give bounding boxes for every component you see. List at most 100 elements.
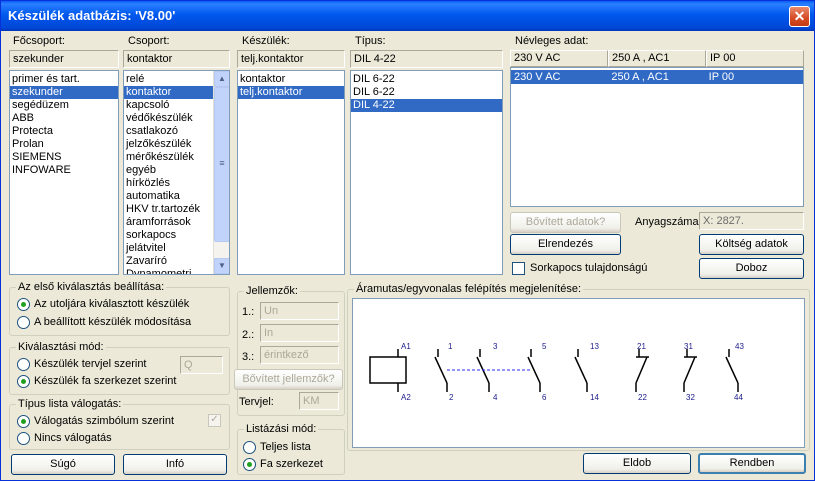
nevleges-list[interactable]: 230 V AC 250 A , AC1 IP 00 bbox=[510, 67, 804, 207]
keszulek-list[interactable]: kontaktor telj.kontaktor bbox=[237, 70, 345, 275]
list-item[interactable]: Protecta bbox=[10, 125, 118, 138]
radio-last-selected[interactable] bbox=[17, 298, 30, 311]
contact-label: 4 bbox=[493, 393, 498, 402]
radio-by-designation[interactable] bbox=[17, 358, 30, 371]
table-cell: IP 00 bbox=[708, 71, 735, 83]
list-item[interactable]: csatlakozó bbox=[124, 125, 213, 138]
list-item[interactable]: jelzőkészülék bbox=[124, 138, 213, 151]
scroll-down-icon[interactable]: ▼ bbox=[214, 258, 229, 274]
title-bar: Készülék adatbázis: 'V8.00' ✕ bbox=[1, 1, 814, 31]
list-item[interactable]: DIL 4-22 bbox=[351, 99, 502, 112]
radio-label: Az utoljára kiválasztott készülék bbox=[34, 298, 190, 310]
list-item[interactable]: primer és tart. bbox=[10, 73, 118, 86]
layout-button[interactable]: Elrendezés bbox=[510, 234, 621, 255]
scroll-thumb[interactable]: ≡ bbox=[214, 87, 229, 242]
info-button[interactable]: Infó bbox=[123, 454, 227, 475]
extended-properties-button[interactable]: Bővített jellemzők? bbox=[234, 369, 343, 390]
filter-checkbox[interactable]: ✓ bbox=[208, 414, 221, 427]
tipus-value: DIL 4-22 bbox=[350, 50, 503, 68]
property-label: 2.: bbox=[242, 329, 255, 341]
group-title: Az első kiválasztás beállítása: bbox=[16, 281, 167, 293]
grip-icon: ≡ bbox=[219, 158, 225, 168]
list-item[interactable]: Zavaríró bbox=[124, 255, 213, 268]
contact-label: 21 bbox=[637, 342, 646, 351]
help-button[interactable]: Súgó bbox=[11, 454, 115, 475]
property-label: 3.: bbox=[242, 351, 255, 363]
list-item[interactable]: ABB bbox=[10, 112, 118, 125]
list-item[interactable]: telj.kontaktor bbox=[238, 86, 344, 99]
radio-label: Készülék fa szerkezet szerint bbox=[34, 375, 177, 387]
keszulek-label: Készülék: bbox=[242, 35, 290, 47]
discard-button[interactable]: Eldob bbox=[583, 453, 691, 474]
group-title: Áramutas/egyvonalas felépítés megjelenít… bbox=[354, 283, 584, 295]
radio-label: Válogatás szimbólum szerint bbox=[34, 415, 175, 427]
group-title: Jellemzők: bbox=[244, 285, 300, 297]
box-button[interactable]: Doboz bbox=[699, 258, 804, 279]
list-item[interactable]: kontaktor bbox=[238, 73, 344, 86]
list-item[interactable]: HKV tr.tartozék bbox=[124, 203, 213, 216]
list-item[interactable]: hírközlés bbox=[124, 177, 213, 190]
radio-filter-by-symbol[interactable] bbox=[17, 415, 30, 428]
radio-modify-set[interactable] bbox=[17, 316, 30, 329]
coil-top-label: A1 bbox=[401, 342, 411, 351]
designation-label: Tervjel: bbox=[239, 396, 274, 408]
table-cell: 250 A , AC1 bbox=[611, 71, 669, 83]
property-field-1: Un bbox=[260, 302, 339, 320]
table-cell: 230 V AC bbox=[514, 71, 561, 83]
radio-full-list[interactable] bbox=[243, 441, 256, 454]
contact-label: 1 bbox=[448, 342, 453, 351]
list-item[interactable]: segédüzem bbox=[10, 99, 118, 112]
list-item[interactable]: jelátvitel bbox=[124, 242, 213, 255]
list-item[interactable]: kontaktor bbox=[124, 86, 213, 99]
radio-label: Fa szerkezet bbox=[260, 458, 323, 470]
list-item[interactable]: INFOWARE bbox=[10, 164, 118, 177]
designation-input[interactable]: Q bbox=[180, 356, 223, 374]
cost-data-button[interactable]: Költség adatok bbox=[699, 234, 804, 255]
header-cell: IP 00 bbox=[706, 50, 804, 67]
csoport-list[interactable]: relé kontaktor kapcsoló védőkészülék csatlak… bbox=[123, 70, 230, 275]
list-item[interactable]: sorkapocs bbox=[124, 229, 213, 242]
focsoport-label: Főcsoport: bbox=[13, 35, 65, 47]
radio-by-tree[interactable] bbox=[17, 375, 30, 388]
property-label: 1.: bbox=[242, 306, 255, 318]
designation-field: KM bbox=[299, 392, 339, 410]
terminal-property-checkbox[interactable] bbox=[512, 262, 525, 275]
group-title: Listázási mód: bbox=[244, 423, 319, 435]
extended-data-button[interactable]: Bővített adatok? bbox=[510, 212, 621, 233]
list-item[interactable]: Prolan bbox=[10, 138, 118, 151]
material-number-label: Anyagszáma: bbox=[635, 216, 702, 228]
contact-label: 14 bbox=[590, 393, 599, 402]
radio-no-filter[interactable] bbox=[17, 432, 30, 445]
group-title: Kiválasztási mód: bbox=[16, 341, 106, 353]
terminal-property-label: Sorkapocs tulajdonságú bbox=[530, 262, 648, 274]
list-item[interactable]: DIL 6-22 bbox=[351, 86, 502, 99]
list-item[interactable]: DIL 6-22 bbox=[351, 73, 502, 86]
list-item[interactable]: Dynamometri bbox=[124, 268, 213, 274]
header-cell: 230 V AC bbox=[510, 50, 608, 67]
list-item[interactable]: SIEMENS bbox=[10, 151, 118, 164]
list-item[interactable]: áramforrások bbox=[124, 216, 213, 229]
csoport-scrollbar[interactable]: ▲ ≡ ▼ bbox=[213, 71, 229, 274]
list-item[interactable]: egyéb bbox=[124, 164, 213, 177]
list-item[interactable]: automatika bbox=[124, 190, 213, 203]
contact-label: 31 bbox=[684, 342, 693, 351]
csoport-label: Csoport: bbox=[128, 35, 170, 47]
csoport-value: kontaktor bbox=[123, 50, 230, 68]
scroll-up-icon[interactable]: ▲ bbox=[214, 71, 229, 87]
contact-label: 6 bbox=[542, 393, 547, 402]
focsoport-list[interactable]: primer és tart. szekunder segédüzem ABB Prot… bbox=[9, 70, 119, 275]
list-item[interactable]: mérőkészülék bbox=[124, 151, 213, 164]
radio-label: Teljes lista bbox=[260, 441, 311, 453]
close-icon[interactable]: ✕ bbox=[789, 6, 810, 27]
table-row[interactable]: 230 V AC 250 A , AC1 IP 00 bbox=[511, 70, 803, 84]
list-item[interactable]: védőkészülék bbox=[124, 112, 213, 125]
circuit-diagram: A1 A2 1 2 3 4 5 6 13 14 21 22 31 32 43 4… bbox=[352, 298, 805, 448]
tipus-list[interactable]: DIL 6-22 DIL 6-22 DIL 4-22 bbox=[350, 70, 503, 275]
contact-label: 3 bbox=[493, 342, 498, 351]
list-item[interactable]: kapcsoló bbox=[124, 99, 213, 112]
radio-tree-structure[interactable] bbox=[243, 458, 256, 471]
device-database-dialog: Készülék adatbázis: 'V8.00' ✕ Főcsoport:… bbox=[0, 0, 815, 481]
list-item[interactable]: relé bbox=[124, 73, 213, 86]
ok-button[interactable]: Rendben bbox=[698, 453, 806, 474]
list-item[interactable]: szekunder bbox=[10, 86, 118, 99]
